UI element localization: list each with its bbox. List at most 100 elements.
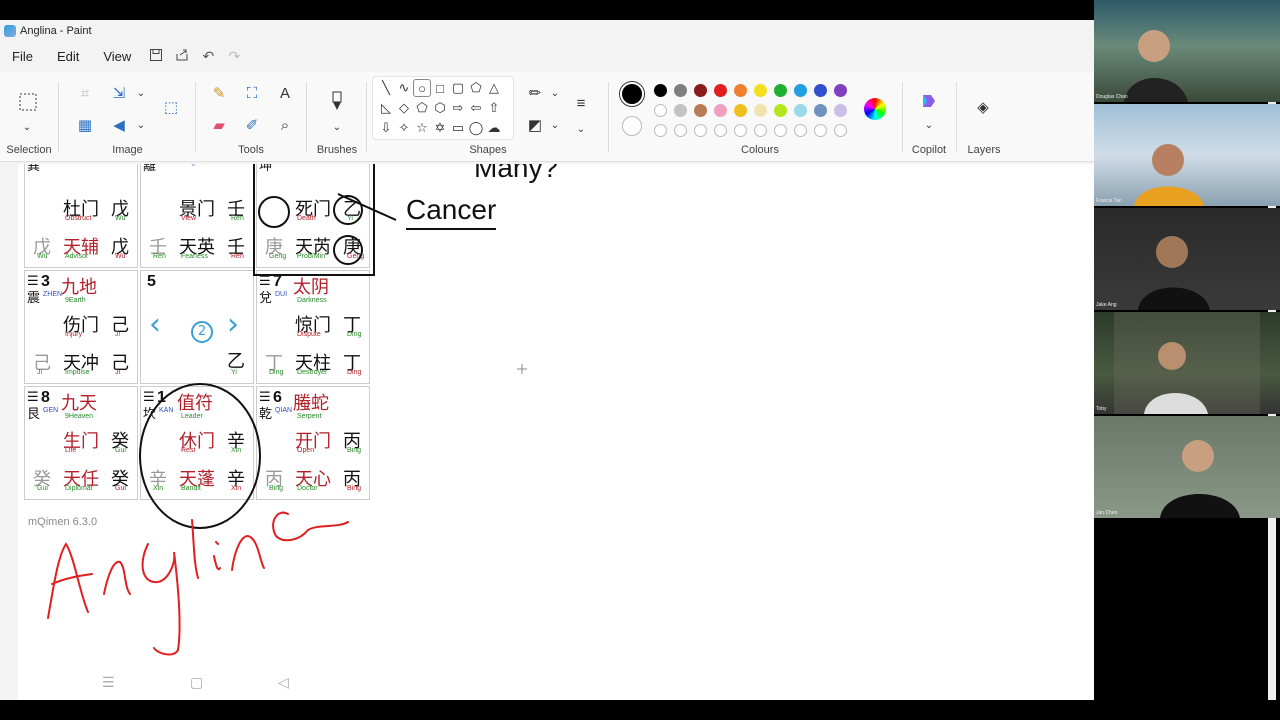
- menu-edit[interactable]: Edit: [45, 49, 91, 64]
- save-icon[interactable]: [143, 48, 169, 65]
- custom-color-slot[interactable]: [654, 124, 667, 137]
- eraser-icon[interactable]: ▰: [208, 114, 230, 136]
- android-menu-icon[interactable]: ☰: [102, 674, 115, 691]
- custom-color-slot[interactable]: [794, 124, 807, 137]
- skew-icon[interactable]: ▦: [74, 114, 96, 136]
- line-shape-icon[interactable]: ╲: [377, 79, 395, 97]
- copilot-icon[interactable]: [918, 90, 940, 112]
- text-icon[interactable]: A: [274, 82, 296, 104]
- up-arrow-icon[interactable]: ⇧: [485, 99, 503, 117]
- menu-view[interactable]: View: [91, 49, 143, 64]
- selection-chevron-icon[interactable]: ⌄: [16, 116, 38, 138]
- undo-icon[interactable]: ↶: [195, 48, 221, 65]
- cloud-callout-icon[interactable]: ☁: [485, 119, 503, 137]
- palette-swatch[interactable]: [794, 104, 807, 117]
- palette-swatch[interactable]: [794, 84, 807, 97]
- pencil-icon[interactable]: ✎: [208, 82, 230, 104]
- custom-color-slot[interactable]: [674, 124, 687, 137]
- palette-swatch[interactable]: [814, 104, 827, 117]
- palette-swatch[interactable]: [834, 84, 847, 97]
- five-point-star-icon[interactable]: ☆: [413, 119, 431, 137]
- participant-avatar: [1160, 440, 1240, 518]
- curve-shape-icon[interactable]: ∿: [395, 79, 413, 97]
- share-icon[interactable]: [169, 48, 195, 65]
- kan-circle: [139, 383, 261, 529]
- palette-swatch[interactable]: [834, 104, 847, 117]
- four-point-star-icon[interactable]: ✧: [395, 119, 413, 137]
- palette-swatch[interactable]: [714, 104, 727, 117]
- palette-swatch[interactable]: [774, 84, 787, 97]
- palette-swatch[interactable]: [814, 84, 827, 97]
- select-rectangle-icon[interactable]: [16, 90, 40, 114]
- outline-icon[interactable]: ✏: [524, 82, 546, 104]
- image-select-icon[interactable]: ⬚: [160, 96, 182, 118]
- custom-color-slot[interactable]: [694, 124, 707, 137]
- custom-color-slot[interactable]: [734, 124, 747, 137]
- polygon-shape-icon[interactable]: ⬠: [467, 79, 485, 97]
- rotate-chevron-icon[interactable]: ⌄: [130, 114, 152, 136]
- palette-swatch[interactable]: [774, 104, 787, 117]
- menu-bar: File Edit View ↶ ↷: [0, 44, 247, 68]
- palette-swatch[interactable]: [654, 84, 667, 97]
- palette-swatch[interactable]: [694, 104, 707, 117]
- fill-style-icon[interactable]: ◩: [524, 114, 546, 136]
- custom-color-slot[interactable]: [714, 124, 727, 137]
- rounded-rectangle-icon[interactable]: ▢: [449, 79, 467, 97]
- android-home-icon[interactable]: ▢: [190, 674, 203, 691]
- menu-file[interactable]: File: [0, 49, 45, 64]
- rotate-icon[interactable]: ◀: [108, 114, 130, 136]
- outline-chevron-icon[interactable]: ⌄: [544, 82, 566, 104]
- resize-chevron-icon[interactable]: ⌄: [130, 82, 152, 104]
- video-tile-4[interactable]: Toby: [1094, 312, 1280, 414]
- video-tile-1[interactable]: Douglas Chan: [1094, 0, 1280, 102]
- palette-swatch[interactable]: [714, 84, 727, 97]
- palette-swatch[interactable]: [694, 84, 707, 97]
- fill-chevron-icon[interactable]: ⌄: [544, 114, 566, 136]
- stroke-size-icon[interactable]: ≡: [570, 92, 592, 114]
- right-arrow-icon[interactable]: ⇨: [449, 99, 467, 117]
- android-back-icon[interactable]: ◁: [278, 674, 289, 691]
- stroke-chevron-icon[interactable]: ⌄: [570, 118, 592, 140]
- edit-colors-icon[interactable]: [864, 98, 886, 120]
- custom-color-slot[interactable]: [774, 124, 787, 137]
- custom-color-slot[interactable]: [834, 124, 847, 137]
- image-group: ⌗ ⇲ ⌄ ▦ ◀ ⌄ ⬚ Image: [60, 72, 195, 162]
- resize-icon[interactable]: ⇲: [108, 82, 130, 104]
- magnifier-icon[interactable]: ⌕: [274, 114, 296, 136]
- layers-icon[interactable]: ◈: [972, 96, 994, 118]
- right-triangle-icon[interactable]: ◺: [377, 99, 395, 117]
- palette-swatch[interactable]: [734, 84, 747, 97]
- oval-callout-icon[interactable]: ◯: [467, 119, 485, 137]
- secondary-color-swatch[interactable]: [622, 116, 642, 136]
- oval-shape-icon[interactable]: ○: [413, 79, 431, 97]
- six-point-star-icon[interactable]: ✡: [431, 119, 449, 137]
- custom-color-slot[interactable]: [754, 124, 767, 137]
- rect-callout-icon[interactable]: ▭: [449, 119, 467, 137]
- fill-icon[interactable]: ⛶: [241, 82, 263, 104]
- video-tile-5[interactable]: Jan Chen: [1094, 416, 1280, 518]
- brushes-chevron-icon[interactable]: ⌄: [326, 116, 348, 138]
- crop-icon[interactable]: ⌗: [74, 82, 96, 104]
- video-tile-2[interactable]: Francis Tan: [1094, 104, 1280, 206]
- drawing-canvas[interactable]: Many? Cancer 巽XUNBTortoise杜门Obstruct戊Wu戊…: [18, 164, 1094, 704]
- rectangle-shape-icon[interactable]: □: [431, 79, 449, 97]
- brush-icon[interactable]: [326, 90, 348, 112]
- palette-swatch[interactable]: [754, 104, 767, 117]
- primary-color-swatch[interactable]: [620, 82, 644, 106]
- triangle-shape-icon[interactable]: △: [485, 79, 503, 97]
- pentagon-shape-icon[interactable]: ⬠: [413, 99, 431, 117]
- hexagon-shape-icon[interactable]: ⬡: [431, 99, 449, 117]
- palette-swatch[interactable]: [754, 84, 767, 97]
- palette-swatch[interactable]: [674, 84, 687, 97]
- custom-color-slot[interactable]: [814, 124, 827, 137]
- redo-icon[interactable]: ↷: [221, 48, 247, 65]
- copilot-chevron-icon[interactable]: ⌄: [918, 114, 940, 136]
- video-tile-3[interactable]: Jake Ang: [1094, 208, 1280, 310]
- color-picker-icon[interactable]: ✐: [241, 114, 263, 136]
- diamond-shape-icon[interactable]: ◇: [395, 99, 413, 117]
- left-arrow-icon[interactable]: ⇦: [467, 99, 485, 117]
- palette-swatch[interactable]: [734, 104, 747, 117]
- palette-swatch[interactable]: [674, 104, 687, 117]
- palette-swatch[interactable]: [654, 104, 667, 117]
- down-arrow-icon[interactable]: ⇩: [377, 119, 395, 137]
